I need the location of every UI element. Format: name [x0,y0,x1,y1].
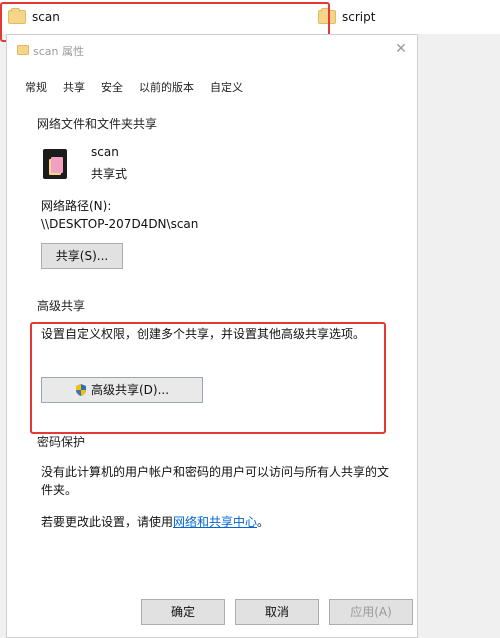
network-sharing-title: 网络文件和文件夹共享 [37,117,158,131]
tab-previous-versions[interactable]: 以前的版本 [131,77,202,97]
file-name: script [342,10,376,24]
ok-button[interactable]: 确定 [141,599,225,625]
close-icon[interactable]: ✕ [391,39,411,59]
share-button[interactable]: 共享(S)... [41,243,123,269]
tab-customize[interactable]: 自定义 [202,77,251,97]
shared-item-status: 共享式 [91,167,128,181]
dialog-title: scan 属性 [33,45,84,58]
network-path-label: 网络路径(N): [41,199,112,213]
tab-general[interactable]: 常规 [17,77,55,97]
password-protection-title: 密码保护 [37,435,86,449]
change-setting-suffix: 。 [257,515,270,529]
folder-icon [17,45,29,55]
network-sharing-center-link[interactable]: 网络和共享中心 [173,515,257,529]
advanced-sharing-title: 高级共享 [37,299,86,313]
apply-button[interactable]: 应用(A) [329,599,413,625]
tab-security[interactable]: 安全 [93,77,131,97]
cancel-button[interactable]: 取消 [235,599,319,625]
shared-folder-icon [43,149,67,179]
network-path-value: \\DESKTOP-207D4DN\scan [41,217,199,231]
password-protection-description-1: 没有此计算机的用户帐户和密码的用户可以访问与所有人共享的文 [41,465,390,479]
password-protection-description-2: 件夹。 [41,483,78,497]
change-setting-prefix: 若要更改此设置，请使用 [41,515,174,529]
tab-sharing[interactable]: 共享 [55,77,93,97]
shared-item-name: scan [91,145,119,159]
highlight-box-advanced-sharing [30,322,386,434]
tab-bar: 常规 共享 安全 以前的版本 自定义 [17,77,251,97]
change-setting-text: 若要更改此设置，请使用网络和共享中心。 [41,513,269,530]
dialog-titlebar: scan 属性 ✕ [7,35,417,63]
